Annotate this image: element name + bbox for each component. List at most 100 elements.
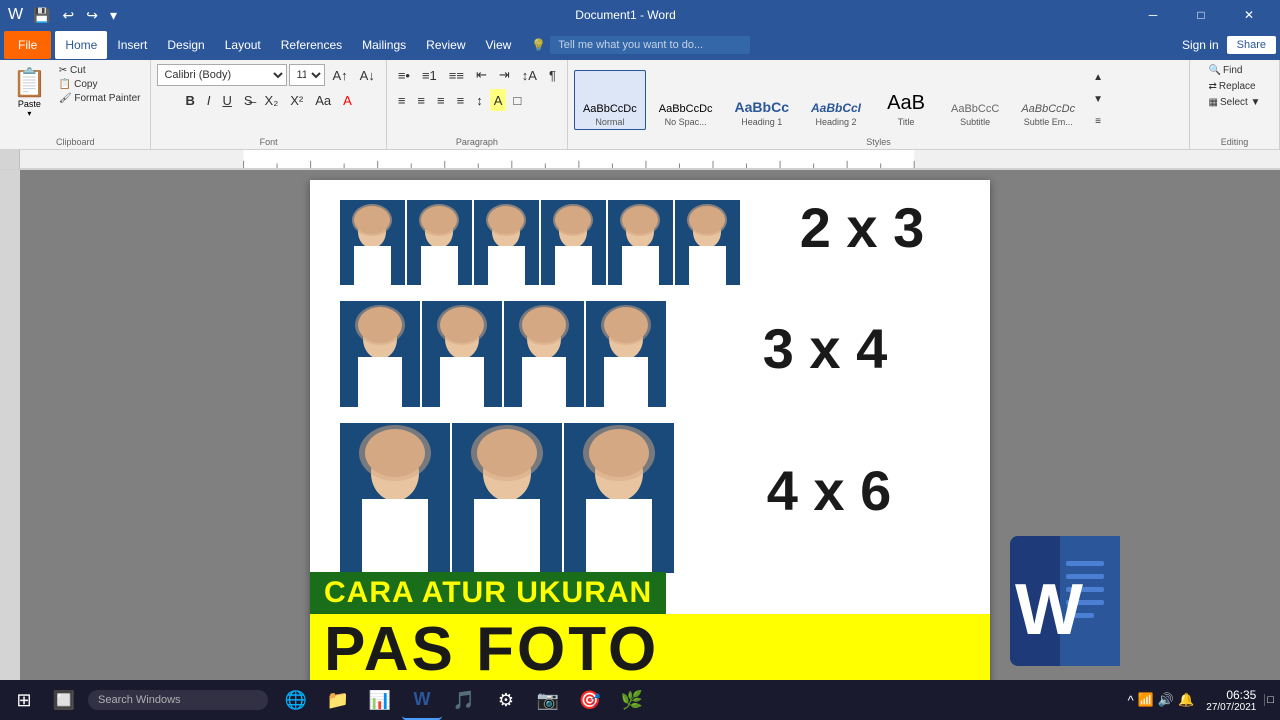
increase-font-button[interactable]: A↑ xyxy=(327,64,352,86)
bullets-button[interactable]: ≡• xyxy=(393,64,415,86)
undo-quick-btn[interactable]: ↩ xyxy=(59,5,79,26)
taskbar-files-icon[interactable]: 📁 xyxy=(318,680,358,720)
superscript-button[interactable]: X² xyxy=(285,89,308,111)
maximize-button[interactable]: □ xyxy=(1178,0,1224,30)
taskbar-excel-icon[interactable]: 📊 xyxy=(360,680,400,720)
bold-button[interactable]: B xyxy=(180,89,199,111)
styles-more-button[interactable]: ≡ xyxy=(1088,111,1108,133)
style-normal[interactable]: AaBbCcDc Normal xyxy=(574,70,646,130)
subscript-button[interactable]: X₂ xyxy=(260,89,284,111)
menu-layout[interactable]: Layout xyxy=(215,31,271,59)
photo-cell xyxy=(586,301,666,407)
overlay-line1: CARA ATUR UKURAN xyxy=(310,572,666,614)
svg-text:W: W xyxy=(1015,570,1083,650)
clock[interactable]: 06:35 27/07/2021 xyxy=(1206,688,1256,713)
select-button[interactable]: ▦ Select ▼ xyxy=(1205,96,1265,109)
clipboard-group: 📋 Paste ▾ ✂ Cut 📋 Copy 🖌 Format Painter … xyxy=(0,60,151,149)
find-button[interactable]: 🔍 Find xyxy=(1205,64,1247,77)
font-family-select[interactable]: Calibri (Body) xyxy=(157,64,287,86)
font-size-select[interactable]: 11 xyxy=(289,64,325,86)
page-container[interactable]: 2 x 3 3 x 4 xyxy=(20,170,1280,696)
style-title[interactable]: AaB Title xyxy=(874,70,938,130)
taskview-button[interactable]: 🔲 xyxy=(44,680,84,720)
copy-button[interactable]: 📋 Copy xyxy=(55,78,145,91)
tray-arrow-icon[interactable]: ^ xyxy=(1128,693,1134,708)
numbering-button[interactable]: ≡1 xyxy=(417,64,442,86)
menu-file[interactable]: File xyxy=(4,31,51,59)
style-heading1[interactable]: AaBbCc Heading 1 xyxy=(726,70,798,130)
taskbar-word-icon[interactable]: W xyxy=(402,680,442,720)
customize-quick-btn[interactable]: ▾ xyxy=(106,5,121,26)
save-quick-btn[interactable]: 💾 xyxy=(29,5,54,26)
shading-button[interactable]: A xyxy=(490,89,507,111)
text-color-button[interactable]: A xyxy=(338,89,357,111)
section-3x4: 3 x 4 xyxy=(340,301,960,407)
title-bar-left: W 💾 ↩ ↪ ▾ xyxy=(8,5,121,26)
taskbar-app5-icon[interactable]: 🌿 xyxy=(612,680,652,720)
increase-indent-button[interactable]: ⇥ xyxy=(494,64,515,86)
show-desktop-button[interactable]: □ xyxy=(1264,694,1276,706)
menu-references[interactable]: References xyxy=(271,31,352,59)
document-page: 2 x 3 3 x 4 xyxy=(310,180,990,686)
style-no-space[interactable]: AaBbCcDc No Spac... xyxy=(650,70,722,130)
show-formatting-button[interactable]: ¶ xyxy=(544,64,561,86)
decrease-indent-button[interactable]: ⇤ xyxy=(471,64,492,86)
notification-icon[interactable]: 🔔 xyxy=(1178,692,1194,708)
cut-button[interactable]: ✂ Cut xyxy=(55,64,145,77)
menu-insert[interactable]: Insert xyxy=(107,31,157,59)
decrease-font-button[interactable]: A↓ xyxy=(355,64,380,86)
underline-button[interactable]: U xyxy=(217,89,236,111)
menu-view[interactable]: View xyxy=(476,31,522,59)
tell-me-input[interactable] xyxy=(550,36,750,54)
ruler-area xyxy=(0,150,1280,170)
border-button[interactable]: □ xyxy=(508,89,526,111)
align-left-button[interactable]: ≡ xyxy=(393,89,411,111)
style-subtitle[interactable]: AaBbCcC Subtitle xyxy=(942,70,1008,130)
tell-me-container: 💡 xyxy=(531,36,1172,54)
word-logo-container: W xyxy=(1000,526,1130,676)
justify-button[interactable]: ≡ xyxy=(452,89,470,111)
italic-button[interactable]: I xyxy=(202,89,216,111)
paste-dropdown[interactable]: ▾ xyxy=(27,109,31,118)
quick-access: 💾 ↩ ↪ ▾ xyxy=(29,5,121,26)
taskbar-edge-icon[interactable]: 🌐 xyxy=(276,680,316,720)
styles-row: AaBbCcDc Normal AaBbCcDc No Spac... AaBb… xyxy=(574,64,1183,135)
format-painter-button[interactable]: 🖌 Format Painter xyxy=(55,92,145,105)
sort-button[interactable]: ↕A xyxy=(517,64,542,86)
style-subtle-em[interactable]: AaBbCcDc Subtle Em... xyxy=(1012,70,1084,130)
taskbar-app2-icon[interactable]: ⚙ xyxy=(486,680,526,720)
taskbar-app4-icon[interactable]: 🎯 xyxy=(570,680,610,720)
clipboard-content: 📋 Paste ▾ ✂ Cut 📋 Copy 🖌 Format Painter xyxy=(6,64,144,147)
align-right-button[interactable]: ≡ xyxy=(432,89,450,111)
taskbar-app3-icon[interactable]: 📷 xyxy=(528,680,568,720)
paragraph-group: ≡• ≡1 ≡≡ ⇤ ⇥ ↕A ¶ ≡ ≡ ≡ ≡ ↕ A □ Paragrap… xyxy=(387,60,568,149)
volume-icon[interactable]: 🔊 xyxy=(1158,692,1174,708)
replace-button[interactable]: ⇄ Replace xyxy=(1205,80,1260,93)
paste-button[interactable]: 📋 Paste ▾ xyxy=(6,64,53,120)
redo-quick-btn[interactable]: ↪ xyxy=(82,5,102,26)
taskbar-search-input[interactable] xyxy=(88,690,268,710)
taskbar-right: ^ 📶 🔊 🔔 06:35 27/07/2021 □ xyxy=(1128,688,1276,713)
taskbar-app1-icon[interactable]: 🎵 xyxy=(444,680,484,720)
menu-mailings[interactable]: Mailings xyxy=(352,31,416,59)
styles-up-button[interactable]: ▲ xyxy=(1088,67,1108,89)
menu-home[interactable]: Home xyxy=(55,31,107,59)
share-button[interactable]: Share xyxy=(1227,36,1276,54)
menu-design[interactable]: Design xyxy=(157,31,214,59)
menu-review[interactable]: Review xyxy=(416,31,475,59)
multilevel-button[interactable]: ≡≡ xyxy=(444,64,469,86)
minimize-button[interactable]: ─ xyxy=(1130,0,1176,30)
line-spacing-button[interactable]: ↕ xyxy=(471,89,488,111)
clear-format-button[interactable]: Aa xyxy=(310,89,336,111)
sign-in-link[interactable]: Sign in xyxy=(1182,38,1219,52)
style-heading2[interactable]: AaBbCcI Heading 2 xyxy=(802,70,870,130)
strikethrough-button[interactable]: S̶ xyxy=(239,89,258,111)
network-icon[interactable]: 📶 xyxy=(1138,692,1154,708)
start-button[interactable]: ⊞ xyxy=(4,680,44,720)
close-button[interactable]: ✕ xyxy=(1226,0,1272,30)
styles-down-button[interactable]: ▼ xyxy=(1088,89,1108,111)
time-display: 06:35 xyxy=(1206,688,1256,702)
font-format-row: B I U S̶ X₂ X² Aa A xyxy=(180,89,356,111)
overlay-line2: PAS FOTO xyxy=(310,614,990,686)
align-center-button[interactable]: ≡ xyxy=(412,89,430,111)
